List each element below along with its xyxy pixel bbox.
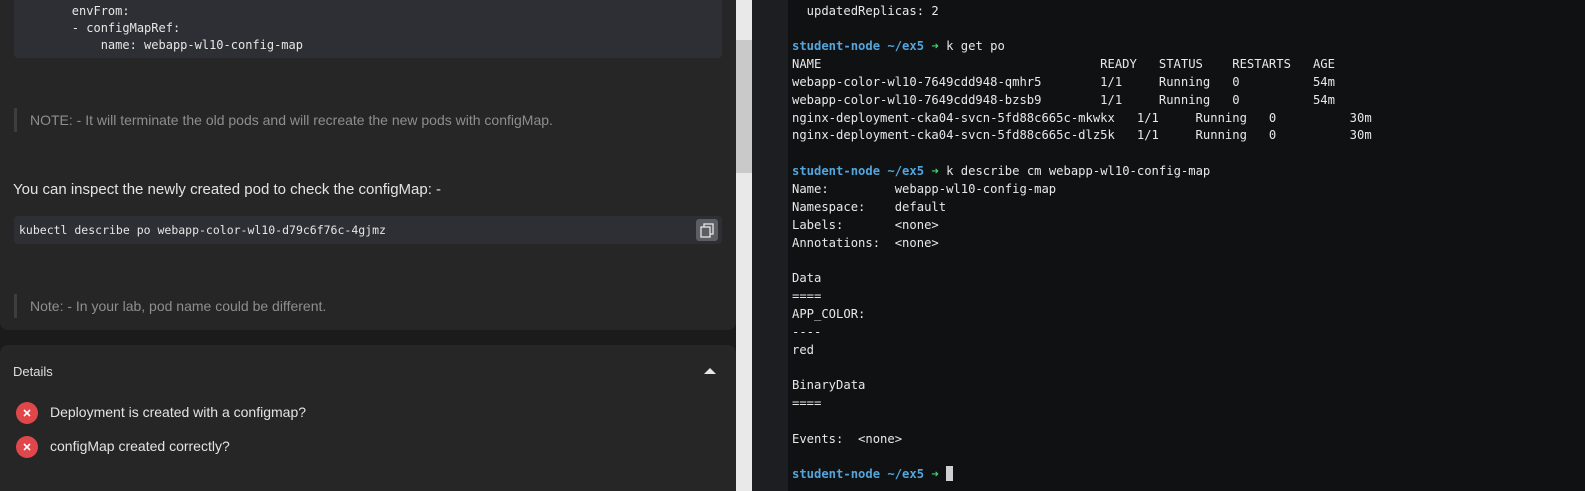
table-header: NAME READY STATUS RESTARTS AGE bbox=[792, 57, 1335, 71]
command-code-block: kubectl describe po webapp-color-wl10-d7… bbox=[14, 216, 722, 244]
terminal-line: ---- bbox=[792, 325, 822, 339]
close-icon bbox=[23, 409, 31, 417]
prompt-arrow-icon: ➜ bbox=[931, 39, 939, 53]
prompt-arrow-icon: ➜ bbox=[931, 467, 939, 481]
terminal-command: k describe cm webapp-wl10-config-map bbox=[938, 164, 1211, 178]
terminal-line: ==== bbox=[792, 289, 822, 303]
terminal-line: BinaryData bbox=[792, 378, 866, 392]
terminal-line: Data bbox=[792, 271, 822, 285]
lesson-panel: envFrom: - configMapRef: name: webapp-wl… bbox=[0, 0, 736, 491]
terminal-line: Name: webapp-wl10-config-map bbox=[792, 182, 1057, 196]
inspect-instruction: You can inspect the newly created pod to… bbox=[13, 181, 442, 198]
terminal-line: red bbox=[792, 343, 815, 357]
resize-handle[interactable]: " bbox=[758, 0, 763, 7]
resize-gutter[interactable] bbox=[752, 0, 788, 491]
terminal-line: Events: <none> bbox=[792, 432, 903, 446]
terminal[interactable]: updatedReplicas: 2 student-node ~/ex5 ➜ … bbox=[788, 0, 1585, 491]
collapse-button[interactable] bbox=[700, 362, 720, 378]
copy-icon bbox=[700, 223, 714, 238]
terminal-line: student-node ~/ex5 ➜ k get po bbox=[792, 38, 1005, 55]
table-row: webapp-color-wl10-7649cdd948-bzsb9 1/1 R… bbox=[792, 93, 1335, 107]
note-callout: Note: - In your lab, pod name could be d… bbox=[14, 294, 326, 318]
note-callout: NOTE: - It will terminate the old pods a… bbox=[14, 108, 553, 132]
terminal-line: APP_COLOR: bbox=[792, 307, 866, 321]
terminal-line: Labels: <none> bbox=[792, 218, 939, 232]
table-row: nginx-deployment-cka04-svcn-5fd88c665c-d… bbox=[792, 128, 1372, 142]
terminal-cursor[interactable] bbox=[946, 466, 954, 481]
details-panel: Details Deployment is created with a con… bbox=[0, 345, 736, 491]
prompt-arrow-icon: ➜ bbox=[931, 164, 939, 178]
yaml-line: name: webapp-wl10-config-map bbox=[14, 38, 303, 52]
yaml-line: envFrom: bbox=[14, 4, 130, 18]
yaml-code-block: envFrom: - configMapRef: name: webapp-wl… bbox=[14, 0, 722, 58]
terminal-command: k get po bbox=[938, 39, 1005, 53]
terminal-line: Annotations: <none> bbox=[792, 236, 939, 250]
scrollbar-thumb[interactable] bbox=[736, 40, 752, 173]
check-label: configMap created correctly? bbox=[50, 438, 230, 454]
terminal-line: student-node ~/ex5 ➜ k describe cm webap… bbox=[792, 163, 1210, 180]
terminal-line: ==== bbox=[792, 396, 822, 410]
fail-icon bbox=[16, 402, 38, 424]
check-label: Deployment is created with a configmap? bbox=[50, 404, 307, 420]
terminal-line: Namespace: default bbox=[792, 200, 947, 214]
fail-icon bbox=[16, 436, 38, 458]
close-icon bbox=[23, 443, 31, 451]
command-text[interactable]: kubectl describe po webapp-color-wl10-d7… bbox=[19, 223, 386, 237]
lesson-card: envFrom: - configMapRef: name: webapp-wl… bbox=[0, 0, 736, 330]
table-row: webapp-color-wl10-7649cdd948-qmhr5 1/1 R… bbox=[792, 75, 1335, 89]
terminal-line: student-node ~/ex5 ➜ bbox=[792, 466, 954, 483]
terminal-prompt: student-node ~/ex5 bbox=[792, 39, 925, 53]
table-row: nginx-deployment-cka04-svcn-5fd88c665c-m… bbox=[792, 111, 1372, 125]
yaml-line: - configMapRef: bbox=[14, 21, 181, 35]
details-title: Details bbox=[13, 364, 53, 379]
terminal-prompt: student-node ~/ex5 bbox=[792, 467, 925, 481]
copy-button[interactable] bbox=[696, 219, 718, 241]
terminal-prompt: student-node ~/ex5 bbox=[792, 164, 925, 178]
chevron-up-icon bbox=[704, 368, 716, 374]
terminal-line: updatedReplicas: 2 bbox=[792, 4, 939, 18]
